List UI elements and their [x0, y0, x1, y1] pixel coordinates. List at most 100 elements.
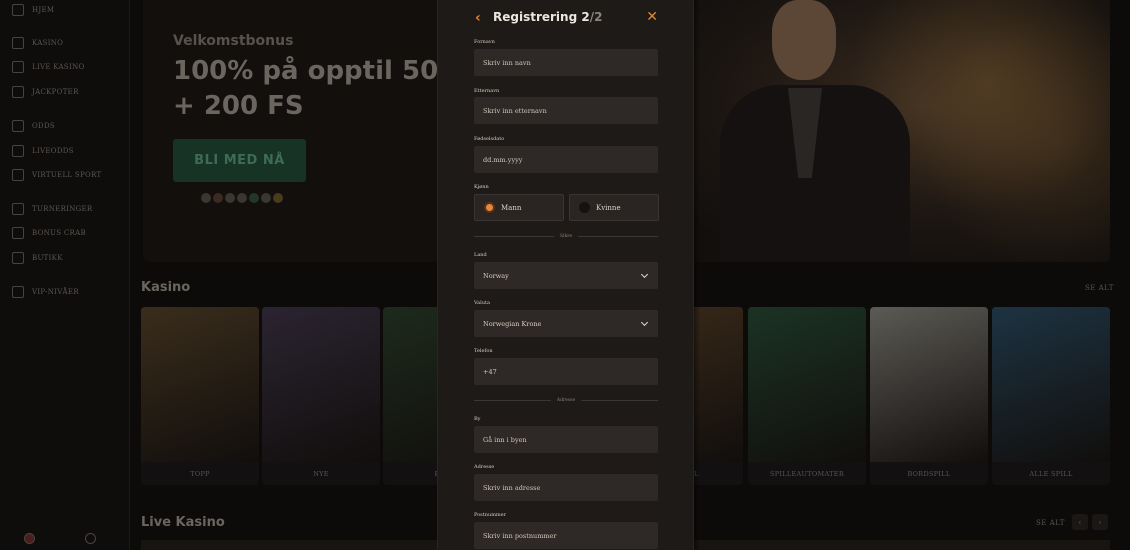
radio-selected-icon: [484, 202, 495, 213]
sidebar-item-casino[interactable]: KASINO: [12, 37, 63, 49]
language-flag-icon[interactable]: [24, 533, 35, 544]
gender-male-option[interactable]: Mann: [474, 194, 564, 221]
tile-caption: ALLE SPILL: [992, 462, 1110, 485]
phone-input[interactable]: [474, 358, 658, 385]
sidebar-item-jackpots[interactable]: JACKPOTER: [12, 86, 79, 98]
divider-line: [474, 399, 551, 401]
chevron-left-icon[interactable]: ‹: [1072, 514, 1088, 530]
tile-caption: SPILLEAUTOMATER: [748, 462, 866, 485]
casino-section-title: Kasino: [141, 280, 191, 295]
category-tile-top[interactable]: TOPP: [141, 307, 259, 485]
country-select[interactable]: Norway: [474, 262, 658, 289]
tile-art: [262, 307, 380, 462]
sidebar-item-tournaments[interactable]: TURNERINGER: [12, 203, 93, 215]
modal-title-total: /2: [589, 10, 603, 24]
tile-caption: TOPP: [141, 462, 259, 485]
category-tile-new[interactable]: NYE: [262, 307, 380, 485]
address-label: Adresse: [474, 464, 495, 470]
postcode-input[interactable]: [474, 522, 658, 549]
home-icon: [12, 4, 24, 16]
clock-icon[interactable]: [85, 533, 96, 544]
modal-shadow: [694, 0, 700, 550]
gender-female-option[interactable]: Kvinne: [569, 194, 659, 221]
hero-headline-line2: + 200 FS: [173, 91, 304, 121]
last-name-input[interactable]: [474, 97, 658, 124]
sidebar-item-label: LIVE KASINO: [32, 63, 85, 71]
tournament-icon: [12, 203, 24, 215]
live-casino-section-title: Live Kasino: [141, 515, 225, 530]
chevron-down-icon: [640, 318, 649, 326]
birthdate-label: Fødselsdato: [474, 136, 505, 142]
liveodds-icon: [12, 145, 24, 157]
payment-icon: [273, 193, 283, 203]
payment-icon: [213, 193, 223, 203]
odds-icon: [12, 120, 24, 132]
city-input[interactable]: [474, 426, 658, 453]
payment-icon: [225, 193, 235, 203]
divider-line: [581, 399, 659, 401]
gender-male-label: Mann: [501, 203, 522, 212]
sidebar-item-label: ODDS: [32, 122, 55, 130]
modal-title-step: Registrering 2: [493, 10, 590, 24]
registration-modal: ‹ Registrering 2/2 ✕ Fornavn Etternavn F…: [437, 0, 694, 550]
modal-header: ‹ Registrering 2/2 ✕: [438, 8, 695, 28]
jackpot-icon: [12, 86, 24, 98]
postcode-label: Postnummer: [474, 512, 507, 518]
sidebar-item-label: VIP-NIVÅER: [32, 288, 79, 296]
tile-caption: BORDSPILL: [870, 462, 988, 485]
last-name-label: Etternavn: [474, 88, 500, 94]
sidebar-item-home[interactable]: HJEM: [12, 4, 54, 16]
birthdate-input[interactable]: [474, 146, 658, 173]
sidebar-item-liveodds[interactable]: LIVEODDS: [12, 145, 74, 157]
payment-icon: [201, 193, 211, 203]
modal-title: Registrering 2/2: [493, 10, 602, 24]
sidebar-item-label: LIVEODDS: [32, 147, 74, 155]
address-input[interactable]: [474, 474, 658, 501]
tile-art: [748, 307, 866, 462]
live-casino-see-all-link[interactable]: SE ALT: [1036, 519, 1065, 527]
sidebar-item-bonus-crab[interactable]: BONUS CRAB: [12, 227, 86, 239]
sidebar: HJEM KASINO LIVE KASINO JACKPOTER ODDS L…: [0, 0, 130, 550]
divider-text: Adresse: [556, 397, 576, 403]
divider-line: [578, 235, 659, 237]
sidebar-item-label: KASINO: [32, 39, 64, 47]
tile-art: [992, 307, 1110, 462]
casino-see-all-link[interactable]: SE ALT: [1085, 284, 1114, 292]
sidebar-item-odds[interactable]: ODDS: [12, 120, 55, 132]
join-now-button[interactable]: BLI MED NÅ: [173, 139, 306, 182]
virtual-sport-icon: [12, 169, 24, 181]
close-icon[interactable]: ✕: [646, 8, 658, 26]
category-tile-slots[interactable]: SPILLEAUTOMATER: [748, 307, 866, 485]
chevron-right-icon[interactable]: ›: [1092, 514, 1108, 530]
first-name-input[interactable]: [474, 49, 658, 76]
payment-methods: [201, 193, 283, 203]
country-value: Norway: [483, 271, 509, 280]
divider-text: Sikre: [559, 233, 573, 239]
sidebar-item-label: JACKPOTER: [32, 88, 79, 96]
sidebar-item-shop[interactable]: BUTIKK: [12, 252, 63, 264]
currency-select[interactable]: Norwegian Krone: [474, 310, 658, 337]
sidebar-item-vip[interactable]: VIP-NIVÅER: [12, 286, 79, 298]
sidebar-item-virtual-sport[interactable]: VIRTUELL SPORT: [12, 169, 101, 181]
city-label: By: [474, 416, 481, 422]
gender-female-label: Kvinne: [596, 203, 621, 212]
shop-icon: [12, 252, 24, 264]
sidebar-footer: [24, 533, 96, 544]
payment-icon: [249, 193, 259, 203]
hero-headline-line1: 100% på opptil 500: [173, 56, 457, 86]
country-label: Land: [474, 252, 487, 258]
chevron-down-icon: [640, 270, 649, 278]
sidebar-item-live-casino[interactable]: LIVE KASINO: [12, 61, 85, 73]
tile-art: [870, 307, 988, 462]
hero-dealer-image: [720, 0, 920, 262]
tile-art: [141, 307, 259, 462]
back-chevron-icon[interactable]: ‹: [475, 10, 481, 26]
bonus-crab-icon: [12, 227, 24, 239]
category-tile-table-games[interactable]: BORDSPILL: [870, 307, 988, 485]
currency-value: Norwegian Krone: [483, 319, 542, 328]
sidebar-item-label: VIRTUELL SPORT: [32, 171, 102, 179]
category-tile-all-games[interactable]: ALLE SPILL: [992, 307, 1110, 485]
hero-headline: 100% på opptil 500 + 200 FS: [173, 54, 456, 124]
hero-welcome: Velkomstbonus: [173, 33, 294, 49]
payment-icon: [261, 193, 271, 203]
